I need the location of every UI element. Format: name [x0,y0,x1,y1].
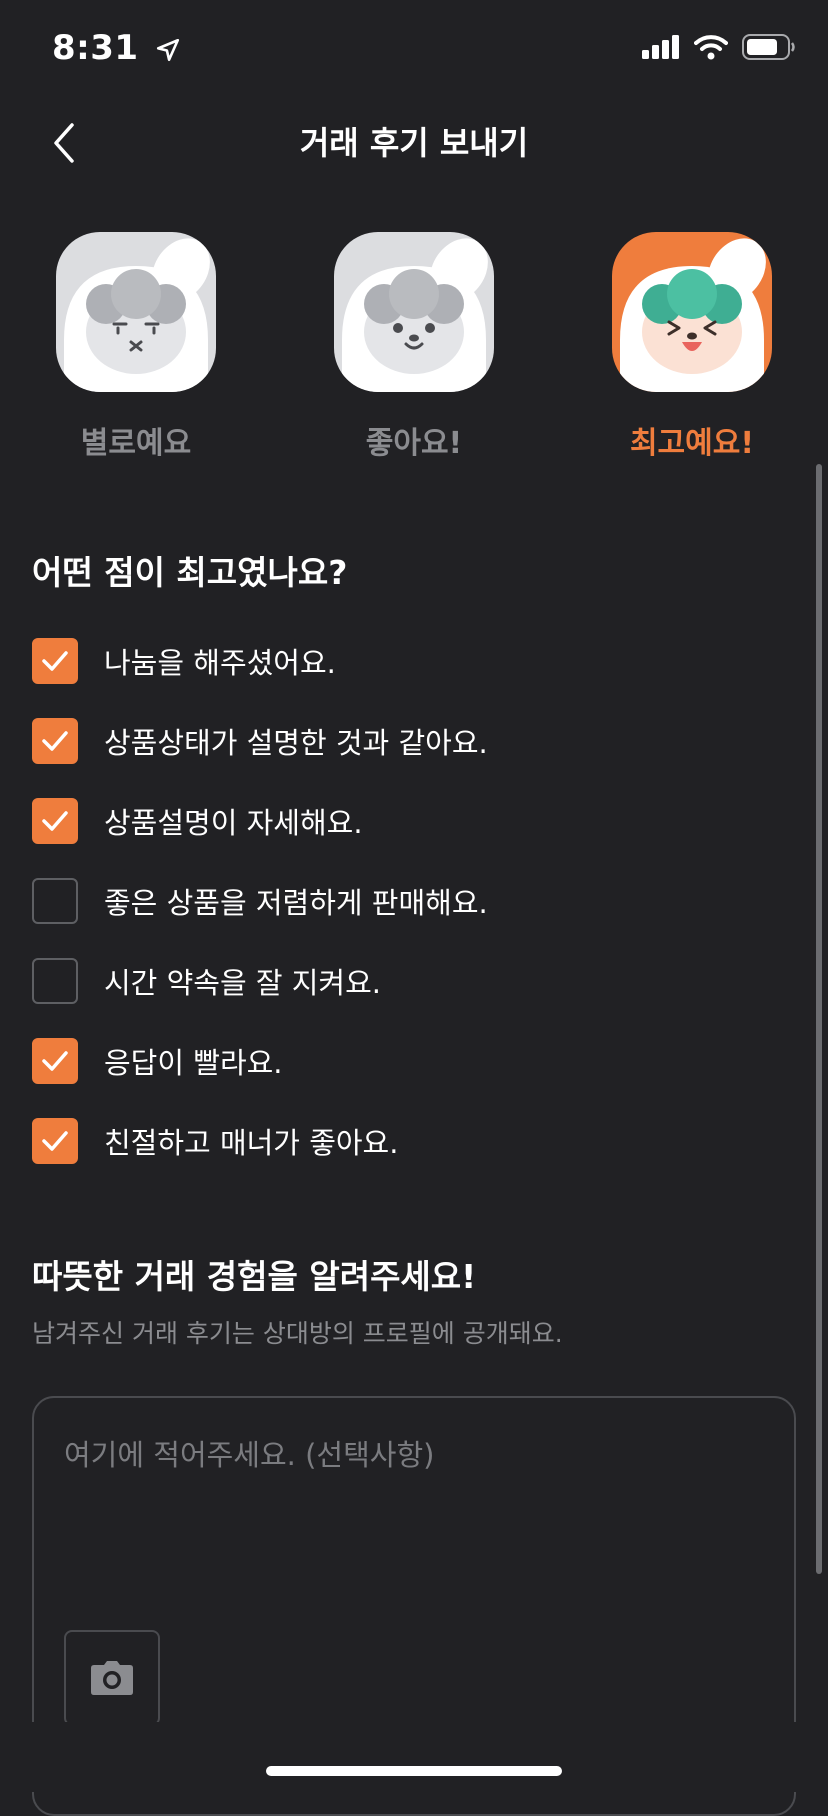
checklist-item-label: 좋은 상품을 저렴하게 판매해요. [104,886,488,920]
checklist-item-label: 친절하고 매너가 좋아요. [104,1126,399,1160]
add-photo-button[interactable] [64,1630,160,1726]
best-face-icon [612,232,772,392]
rating-label-bad: 별로예요 [80,426,192,461]
scrollbar[interactable] [816,464,822,1574]
checklist-item[interactable]: 상품상태가 설명한 것과 같아요. [32,717,488,765]
checkmark-icon [42,1051,68,1071]
home-indicator[interactable] [266,1766,562,1776]
review-title: 따뜻한 거래 경험을 알려주세요! [32,1257,477,1296]
status-bar-indicators [642,34,796,60]
good-face-icon [334,232,494,392]
bottom-safe-area [0,1722,828,1792]
status-bar-time: 8:31 [52,28,181,68]
rating-option-best[interactable]: 최고예요! [612,232,772,462]
checklist-item[interactable]: 나눔을 해주셨어요. [32,637,336,685]
checklist-item-label: 상품상태가 설명한 것과 같아요. [104,726,488,760]
cellular-signal-icon [642,35,679,59]
rating-label-best: 최고예요! [629,426,755,461]
checklist-item[interactable]: 상품설명이 자세해요. [32,797,363,845]
rating-option-good[interactable]: 좋아요! [334,232,494,462]
review-placeholder: 여기에 적어주세요. (선택사항) [64,1438,435,1472]
bad-face-icon [56,232,216,392]
checklist-item-label: 나눔을 해주셨어요. [104,646,336,680]
wifi-icon [694,35,728,60]
checklist-item[interactable]: 친절하고 매너가 좋아요. [32,1117,398,1165]
checklist-item-label: 상품설명이 자세해요. [104,806,363,840]
rating-label-good: 좋아요! [365,426,463,461]
status-time-text: 8:31 [52,28,139,68]
checkbox[interactable] [32,878,78,924]
checkbox[interactable] [32,718,78,764]
rating-option-bad[interactable]: 별로예요 [56,232,216,462]
checklist-item-label: 응답이 빨라요. [104,1046,283,1080]
question-title: 어떤 점이 최고였나요? [32,553,348,592]
checkbox[interactable] [32,798,78,844]
checkmark-icon [42,731,68,751]
checklist-item-label: 시간 약속을 잘 지켜요. [104,966,381,1000]
checkbox[interactable] [32,958,78,1004]
checklist-item[interactable]: 응답이 빨라요. [32,1037,283,1085]
battery-icon [742,34,795,60]
checkmark-icon [42,651,68,671]
location-arrow-icon [156,38,179,61]
checkmark-icon [42,811,68,831]
checklist-item[interactable]: 시간 약속을 잘 지켜요. [32,957,381,1005]
checkbox[interactable] [32,1038,78,1084]
review-subtitle: 남겨주신 거래 후기는 상대방의 프로필에 공개돼요. [32,1319,563,1348]
checkbox[interactable] [32,1118,78,1164]
camera-icon [91,1661,133,1695]
checkmark-icon [42,1131,68,1151]
checkbox[interactable] [32,638,78,684]
page-title: 거래 후기 보내기 [299,124,529,162]
checklist-item[interactable]: 좋은 상품을 저렴하게 판매해요. [32,877,488,925]
